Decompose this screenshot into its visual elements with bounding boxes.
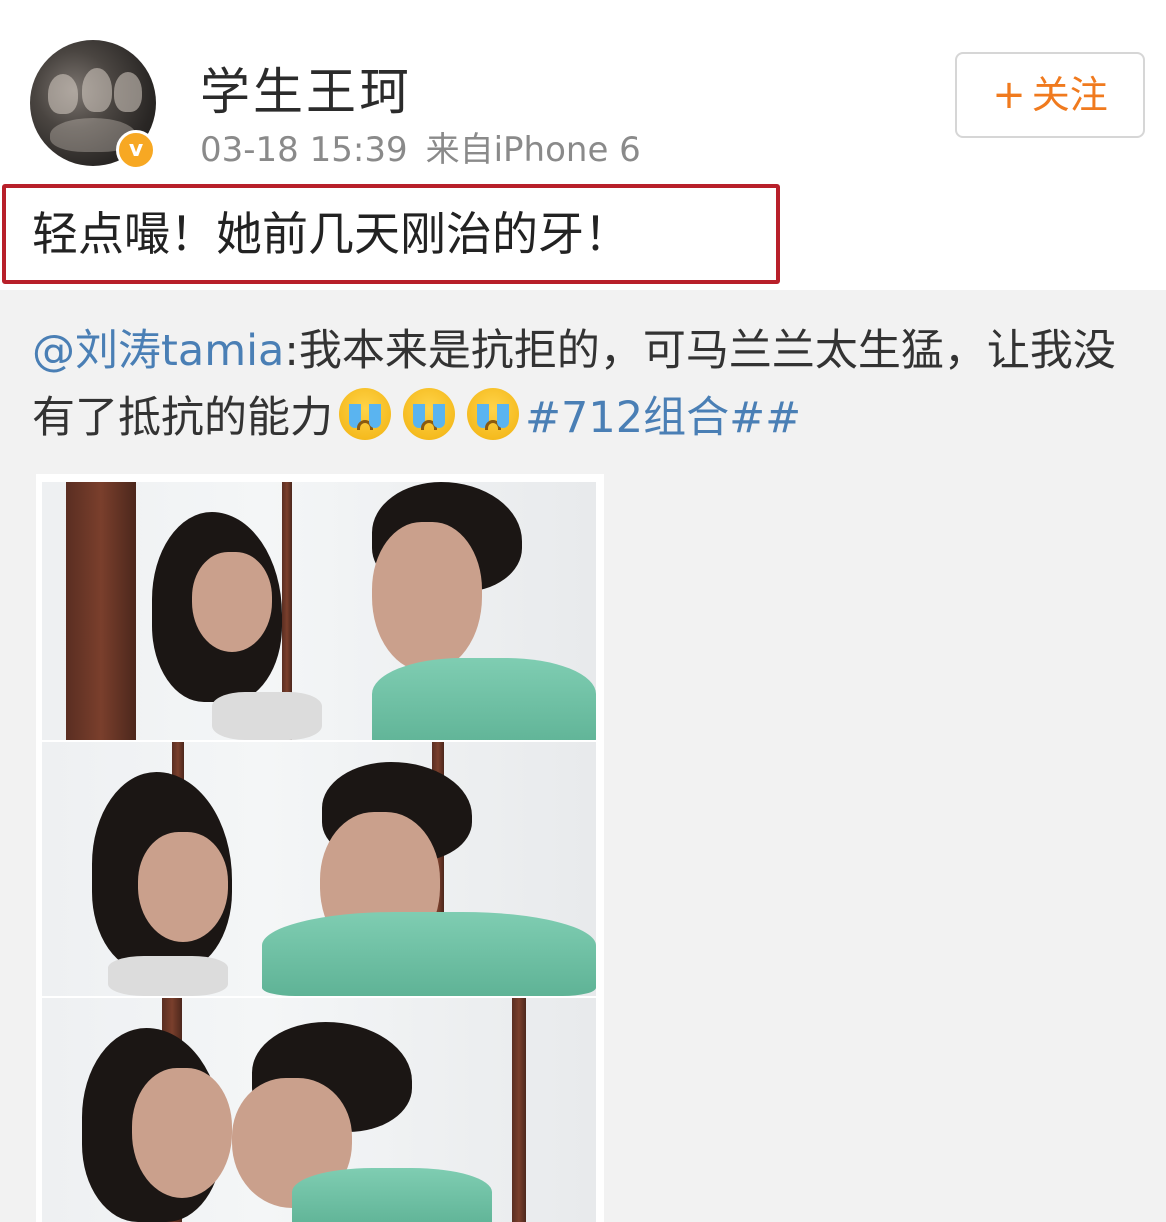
verified-badge-icon: v	[116, 130, 156, 170]
crying-face-emoji-icon	[467, 388, 519, 440]
post-image[interactable]	[36, 474, 604, 1222]
plus-icon: +	[992, 72, 1026, 118]
avatar-figure	[48, 74, 78, 114]
crying-face-emoji-icon	[403, 388, 455, 440]
avatar-figure	[82, 68, 112, 112]
photo-panel	[42, 482, 596, 740]
repost-text: @刘涛tamia:我本来是抗拒的，可马兰兰太生猛，让我没有了抵抗的能力 #712组…	[32, 318, 1142, 452]
post-text: 轻点嘬！她前几天刚治的牙！	[2, 184, 780, 284]
crying-face-emoji-icon	[339, 388, 391, 440]
mention-link[interactable]: @刘涛tamia	[32, 326, 284, 376]
hashtag-link[interactable]: #712组合##	[525, 393, 801, 443]
post-timestamp[interactable]: 03-18 15:39	[200, 130, 408, 170]
avatar-figure	[114, 72, 142, 112]
post-header: v 学生王珂 03-18 15:39 来自iPhone 6 + 关注 轻点嘬！她前几…	[0, 0, 1166, 290]
post-source: 来自iPhone 6	[425, 130, 641, 170]
photo-panel	[42, 998, 596, 1222]
photo-panel	[42, 742, 596, 996]
follow-button-label: 关注	[1031, 73, 1108, 117]
username[interactable]: 学生王珂	[200, 52, 412, 124]
post-meta: 03-18 15:39 来自iPhone 6	[200, 122, 641, 171]
follow-button[interactable]: + 关注	[955, 52, 1145, 138]
